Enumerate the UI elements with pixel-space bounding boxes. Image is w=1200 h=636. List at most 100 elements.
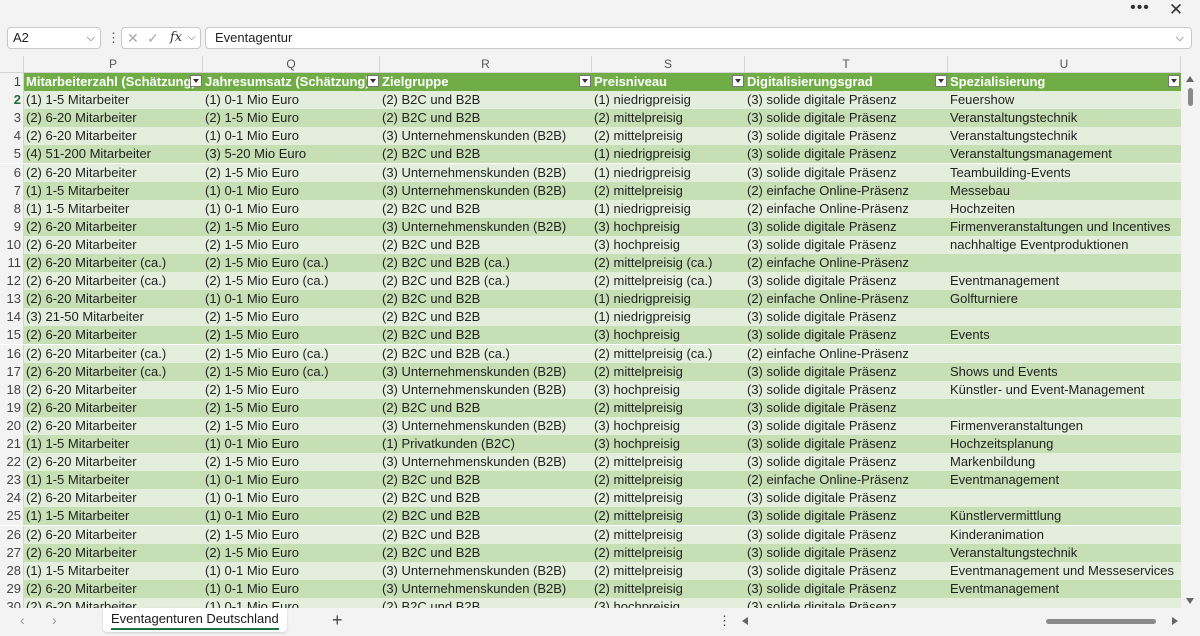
row-number[interactable]: 30 xyxy=(0,597,24,608)
header-cell[interactable]: Preisniveau xyxy=(592,73,745,91)
table-cell[interactable]: (3) solide digitale Präsenz xyxy=(745,597,948,608)
horizontal-scroll-thumb[interactable] xyxy=(1046,619,1156,624)
table-cell[interactable]: (2) einfache Online-Präsenz xyxy=(745,199,948,218)
table-cell[interactable]: (2) B2C und B2B xyxy=(380,109,592,128)
table-cell[interactable]: (3) solide digitale Präsenz xyxy=(745,561,948,580)
table-cell[interactable]: (2) einfache Online-Präsenz xyxy=(745,254,948,272)
table-cell[interactable]: (3) solide digitale Präsenz xyxy=(745,435,948,453)
table-cell[interactable]: Eventmanagement xyxy=(948,579,1181,598)
table-cell[interactable]: (2) 6-20 Mitarbeiter xyxy=(24,326,203,345)
row-number[interactable]: 20 xyxy=(0,416,24,435)
table-cell[interactable]: (2) mittelpreisig xyxy=(592,579,745,598)
table-cell[interactable]: (2) 6-20 Mitarbeiter xyxy=(24,489,203,508)
table-cell[interactable]: (2) mittelpreisig xyxy=(592,507,745,526)
table-cell[interactable]: (2) mittelpreisig xyxy=(592,398,745,417)
table-cell[interactable]: (1) niedrigpreisig xyxy=(592,290,745,309)
table-cell[interactable]: (3) hochpreisig xyxy=(592,326,745,345)
row-number[interactable]: 1 xyxy=(0,73,24,91)
table-cell[interactable]: (2) mittelpreisig xyxy=(592,471,745,490)
more-icon[interactable]: ••• xyxy=(1130,0,1150,20)
table-cell[interactable]: Künstler- und Event-Management xyxy=(948,380,1181,399)
table-cell[interactable]: (1) 0-1 Mio Euro xyxy=(203,471,380,490)
table-cell[interactable]: (1) niedrigpreisig xyxy=(592,91,745,110)
table-cell[interactable]: (3) solide digitale Präsenz xyxy=(745,398,948,417)
table-cell[interactable]: Kinderanimation xyxy=(948,525,1181,544)
table-cell[interactable]: (1) niedrigpreisig xyxy=(592,308,745,327)
row-number[interactable]: 2 xyxy=(0,91,24,110)
table-cell[interactable]: (1) 1-5 Mitarbeiter xyxy=(24,471,203,490)
table-cell[interactable]: (3) Unternehmenskunden (B2B) xyxy=(380,453,592,472)
header-cell[interactable]: Mitarbeiterzahl (Schätzung) xyxy=(24,73,203,91)
table-cell[interactable]: Teambuilding-Events xyxy=(948,163,1181,182)
table-cell[interactable]: (2) 6-20 Mitarbeiter (ca.) xyxy=(24,272,203,291)
table-cell[interactable]: (1) niedrigpreisig xyxy=(592,145,745,164)
table-cell[interactable]: Künstlervermittlung xyxy=(948,507,1181,526)
table-cell[interactable]: (2) mittelpreisig (ca.) xyxy=(592,344,745,363)
table-cell[interactable]: (1) 0-1 Mio Euro xyxy=(203,199,380,218)
table-cell[interactable]: (2) 1-5 Mio Euro (ca.) xyxy=(203,272,380,291)
table-cell[interactable]: (2) einfache Online-Präsenz xyxy=(745,344,948,363)
table-cell[interactable]: (4) 51-200 Mitarbeiter xyxy=(24,145,203,164)
table-cell[interactable]: (2) 6-20 Mitarbeiter (ca.) xyxy=(24,254,203,272)
row-number[interactable]: 27 xyxy=(0,543,24,562)
row-number[interactable]: 25 xyxy=(0,507,24,526)
table-cell[interactable]: Veranstaltungstechnik xyxy=(948,543,1181,562)
cancel-icon[interactable]: ✕ xyxy=(127,28,139,48)
table-cell[interactable] xyxy=(948,597,1181,608)
table-cell[interactable]: (1) 1-5 Mitarbeiter xyxy=(24,507,203,526)
table-cell[interactable]: (3) solide digitale Präsenz xyxy=(745,145,948,164)
table-cell[interactable]: (2) 1-5 Mio Euro (ca.) xyxy=(203,254,380,272)
header-cell[interactable]: Jahresumsatz (Schätzung) xyxy=(203,73,380,91)
table-cell[interactable]: Messebau xyxy=(948,181,1181,200)
table-cell[interactable]: (1) Privatkunden (B2C) xyxy=(380,435,592,453)
table-cell[interactable]: (2) 6-20 Mitarbeiter (ca.) xyxy=(24,362,203,381)
row-number[interactable]: 17 xyxy=(0,362,24,381)
filter-dropdown-icon[interactable] xyxy=(732,75,744,87)
table-cell[interactable]: (1) 1-5 Mitarbeiter xyxy=(24,435,203,453)
table-cell[interactable]: (3) solide digitale Präsenz xyxy=(745,543,948,562)
filter-dropdown-icon[interactable] xyxy=(190,75,202,87)
sheet-tab-active[interactable]: Eventagenturen Deutschland xyxy=(103,608,287,632)
table-cell[interactable]: (1) niedrigpreisig xyxy=(592,199,745,218)
table-cell[interactable]: (2) 6-20 Mitarbeiter (ca.) xyxy=(24,344,203,363)
table-cell[interactable]: (2) mittelpreisig xyxy=(592,453,745,472)
table-cell[interactable]: nachhaltige Eventproduktionen xyxy=(948,235,1181,254)
table-cell[interactable]: (2) 1-5 Mio Euro xyxy=(203,308,380,327)
table-cell[interactable]: (2) B2C und B2B xyxy=(380,507,592,526)
select-all-corner[interactable] xyxy=(0,56,24,72)
table-cell[interactable]: (3) solide digitale Präsenz xyxy=(745,235,948,254)
table-cell[interactable]: (2) 6-20 Mitarbeiter xyxy=(24,579,203,598)
column-header-q[interactable]: Q xyxy=(203,56,380,72)
vertical-dots-icon[interactable]: ⋮ xyxy=(107,28,120,48)
table-cell[interactable]: Events xyxy=(948,326,1181,345)
table-cell[interactable]: (2) 6-20 Mitarbeiter xyxy=(24,217,203,236)
row-number[interactable]: 6 xyxy=(0,163,24,182)
table-cell[interactable]: (3) hochpreisig xyxy=(592,380,745,399)
table-cell[interactable]: Hochzeiten xyxy=(948,199,1181,218)
table-cell[interactable]: (3) hochpreisig xyxy=(592,435,745,453)
table-cell[interactable]: (2) 6-20 Mitarbeiter xyxy=(24,416,203,435)
row-number[interactable]: 22 xyxy=(0,453,24,472)
table-cell[interactable]: (2) mittelpreisig xyxy=(592,543,745,562)
table-cell[interactable]: (1) 0-1 Mio Euro xyxy=(203,290,380,309)
scroll-down-icon[interactable] xyxy=(1186,598,1194,604)
close-icon[interactable]: ✕ xyxy=(1166,0,1186,20)
table-cell[interactable]: (2) 6-20 Mitarbeiter xyxy=(24,290,203,309)
table-cell[interactable]: (2) 1-5 Mio Euro xyxy=(203,235,380,254)
table-cell[interactable]: Markenbildung xyxy=(948,453,1181,472)
table-cell[interactable]: (3) solide digitale Präsenz xyxy=(745,453,948,472)
table-cell[interactable]: (2) 1-5 Mio Euro xyxy=(203,326,380,345)
filter-dropdown-icon[interactable] xyxy=(935,75,947,87)
table-cell[interactable]: (2) 6-20 Mitarbeiter xyxy=(24,109,203,128)
table-cell[interactable]: (2) mittelpreisig xyxy=(592,127,745,146)
table-cell[interactable]: (3) solide digitale Präsenz xyxy=(745,579,948,598)
table-cell[interactable]: (2) B2C und B2B xyxy=(380,326,592,345)
table-cell[interactable]: (3) solide digitale Präsenz xyxy=(745,525,948,544)
table-cell[interactable]: (2) 6-20 Mitarbeiter xyxy=(24,398,203,417)
table-cell[interactable]: (2) mittelpreisig (ca.) xyxy=(592,254,745,272)
table-cell[interactable]: (3) solide digitale Präsenz xyxy=(745,308,948,327)
scroll-up-icon[interactable] xyxy=(1186,76,1194,82)
table-cell[interactable]: (2) 6-20 Mitarbeiter xyxy=(24,235,203,254)
table-cell[interactable]: (2) B2C und B2B xyxy=(380,308,592,327)
table-cell[interactable]: (2) 6-20 Mitarbeiter xyxy=(24,525,203,544)
